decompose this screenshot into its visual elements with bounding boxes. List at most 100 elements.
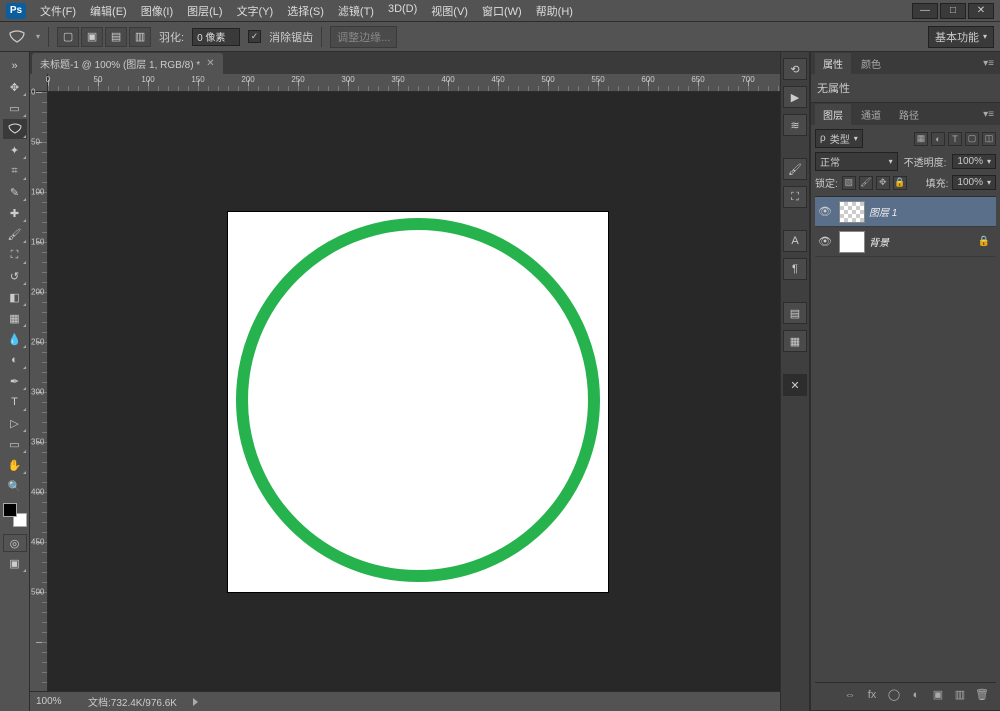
lock-position-icon[interactable]: ✥: [876, 176, 890, 190]
selection-subtract-button[interactable]: ▤: [105, 27, 127, 47]
type-tool[interactable]: T: [3, 392, 27, 412]
new-layer-icon[interactable]: ▥: [952, 687, 968, 703]
menu-file[interactable]: 文件(F): [34, 1, 82, 21]
layer-name-label[interactable]: 背景: [869, 234, 889, 249]
foreground-color-swatch[interactable]: [3, 503, 17, 517]
menu-help[interactable]: 帮助(H): [530, 1, 579, 21]
selection-intersect-button[interactable]: ▥: [129, 27, 151, 47]
refine-edge-button[interactable]: 调整边缘...: [330, 26, 397, 48]
history-brush-tool[interactable]: ↺: [3, 266, 27, 286]
delete-layer-icon[interactable]: 🗑: [974, 687, 990, 703]
panel-menu-icon[interactable]: ▾≡: [977, 58, 1000, 69]
blur-tool[interactable]: 💧: [3, 329, 27, 349]
filter-type-icon[interactable]: T: [948, 132, 962, 146]
status-menu-icon[interactable]: [193, 698, 198, 706]
active-tool-icon[interactable]: [6, 28, 28, 46]
adjustment-layer-icon[interactable]: ◐: [908, 687, 924, 703]
link-layers-icon[interactable]: ⇔: [842, 687, 858, 703]
menu-window[interactable]: 窗口(W): [476, 1, 528, 21]
brushes-panel-icon[interactable]: ≋: [783, 114, 807, 136]
color-tab[interactable]: 颜色: [853, 53, 889, 74]
path-selection-tool[interactable]: ▷: [3, 413, 27, 433]
horizontal-ruler[interactable]: 0501001502002503003504004505005506006507…: [48, 74, 780, 92]
feather-input[interactable]: [192, 28, 240, 46]
lasso-tool[interactable]: [3, 119, 27, 139]
eraser-tool[interactable]: ◧: [3, 287, 27, 307]
layer-item[interactable]: 👁 背景 🔒: [815, 227, 996, 257]
screen-mode-button[interactable]: ▣: [3, 553, 27, 573]
navigator-panel-icon[interactable]: ✕: [783, 374, 807, 396]
menu-layer[interactable]: 图层(L): [181, 1, 228, 21]
layer-filter-kind[interactable]: ρ 类型▾: [815, 129, 863, 148]
antialias-checkbox[interactable]: ✓: [248, 30, 261, 43]
layer-visibility-icon[interactable]: 👁: [815, 235, 835, 248]
clone-source-panel-icon[interactable]: ⛶: [783, 186, 807, 208]
brush-presets-panel-icon[interactable]: 🖌: [783, 158, 807, 180]
filter-pixel-icon[interactable]: ▦: [914, 132, 928, 146]
layer-name-label[interactable]: 图层 1: [869, 204, 897, 219]
rectangular-marquee-tool[interactable]: ▭: [3, 98, 27, 118]
menu-image[interactable]: 图像(I): [135, 1, 179, 21]
channels-tab[interactable]: 通道: [853, 104, 889, 125]
rectangle-tool[interactable]: ▭: [3, 434, 27, 454]
menu-type[interactable]: 文字(Y): [231, 1, 280, 21]
quick-mask-button[interactable]: ◎: [3, 534, 27, 552]
character-panel-icon[interactable]: A: [783, 230, 807, 252]
menu-3d[interactable]: 3D(D): [382, 1, 423, 21]
dodge-tool[interactable]: ◐: [3, 350, 27, 370]
canvas-viewport[interactable]: [48, 92, 780, 691]
filter-adjustment-icon[interactable]: ◐: [931, 132, 945, 146]
actions-panel-icon[interactable]: ▶: [783, 86, 807, 108]
layer-mask-icon[interactable]: ◯: [886, 687, 902, 703]
filter-shape-icon[interactable]: ▢: [965, 132, 979, 146]
layers-tab[interactable]: 图层: [815, 104, 851, 125]
window-maximize-button[interactable]: □: [940, 3, 966, 19]
canvas[interactable]: [228, 212, 608, 592]
layer-thumbnail[interactable]: [839, 201, 865, 223]
expand-arrow-icon[interactable]: »: [3, 56, 27, 76]
paths-tab[interactable]: 路径: [891, 104, 927, 125]
close-document-icon[interactable]: ✕: [206, 58, 214, 69]
color-swatches[interactable]: [3, 503, 27, 527]
fill-input[interactable]: 100%▾: [952, 175, 996, 190]
lock-pixels-icon[interactable]: 🖌: [859, 176, 873, 190]
selection-add-button[interactable]: ▣: [81, 27, 103, 47]
eyedropper-tool[interactable]: ✎: [3, 182, 27, 202]
lock-all-icon[interactable]: 🔒: [893, 176, 907, 190]
document-tab[interactable]: 未标题-1 @ 100% (图层 1, RGB/8) * ✕: [32, 53, 223, 74]
healing-brush-tool[interactable]: ✚: [3, 203, 27, 223]
window-minimize-button[interactable]: —: [912, 3, 938, 19]
swatches-panel-icon[interactable]: ▤: [783, 302, 807, 324]
clone-stamp-tool[interactable]: ⛶: [3, 245, 27, 265]
paragraph-panel-icon[interactable]: ¶: [783, 258, 807, 280]
opacity-input[interactable]: 100%▾: [952, 154, 996, 169]
menu-select[interactable]: 选择(S): [281, 1, 330, 21]
window-close-button[interactable]: ✕: [968, 3, 994, 19]
workspace-selector[interactable]: 基本功能 ▾: [928, 26, 994, 48]
layer-style-icon[interactable]: fx: [864, 687, 880, 703]
selection-new-button[interactable]: ▢: [57, 27, 79, 47]
zoom-level-input[interactable]: [36, 696, 76, 707]
move-tool[interactable]: ✥: [3, 77, 27, 97]
crop-tool[interactable]: ⌗: [3, 161, 27, 181]
gradient-tool[interactable]: ▦: [3, 308, 27, 328]
properties-tab[interactable]: 属性: [815, 53, 851, 74]
menu-filter[interactable]: 滤镜(T): [332, 1, 380, 21]
blend-mode-select[interactable]: 正常▾: [815, 152, 898, 171]
magic-wand-tool[interactable]: ✦: [3, 140, 27, 160]
layer-group-icon[interactable]: ▣: [930, 687, 946, 703]
lock-transparent-icon[interactable]: ▨: [842, 176, 856, 190]
menu-edit[interactable]: 编辑(E): [84, 1, 133, 21]
layer-visibility-icon[interactable]: 👁: [815, 205, 835, 218]
vertical-ruler[interactable]: 050100150200250300350400450500: [30, 92, 48, 691]
layer-thumbnail[interactable]: [839, 231, 865, 253]
styles-panel-icon[interactable]: ▦: [783, 330, 807, 352]
layer-item[interactable]: 👁 图层 1: [815, 197, 996, 227]
hand-tool[interactable]: ✋: [3, 455, 27, 475]
brush-tool[interactable]: 🖌: [3, 224, 27, 244]
menu-view[interactable]: 视图(V): [425, 1, 474, 21]
layers-panel-menu-icon[interactable]: ▾≡: [977, 109, 1000, 120]
filter-smart-icon[interactable]: ◫: [982, 132, 996, 146]
pen-tool[interactable]: ✒: [3, 371, 27, 391]
zoom-tool[interactable]: 🔍: [3, 476, 27, 496]
